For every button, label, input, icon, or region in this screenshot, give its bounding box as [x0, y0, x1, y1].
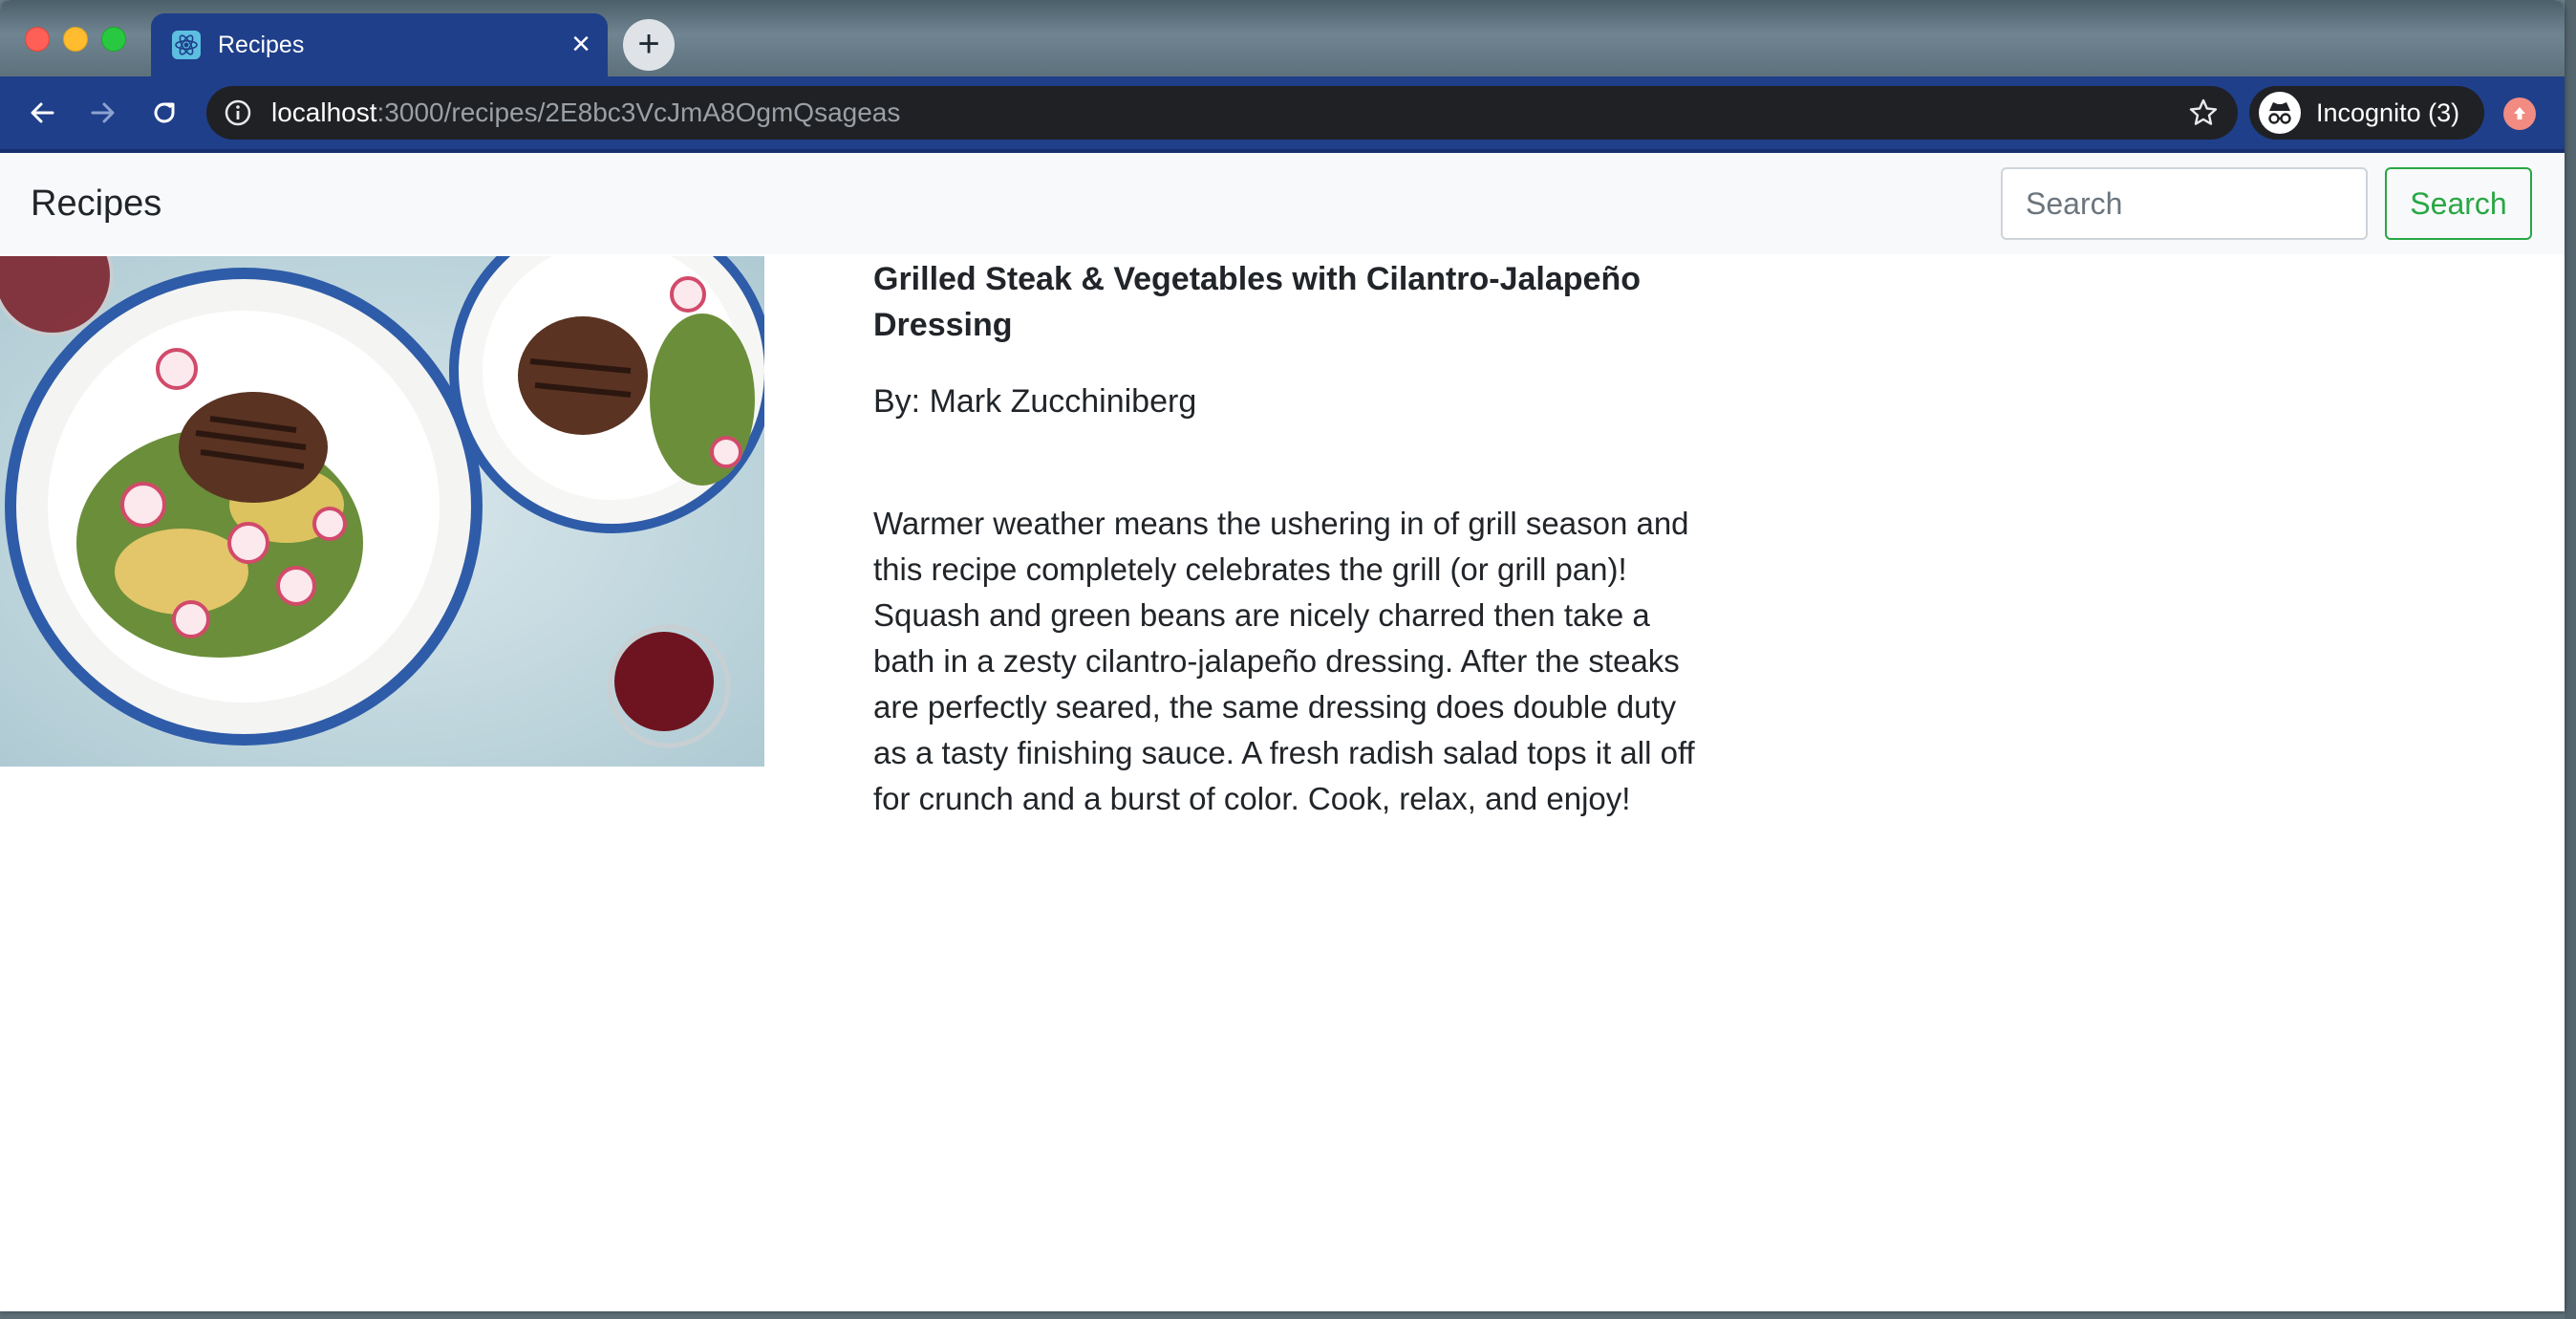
close-window-button[interactable]	[25, 27, 50, 52]
react-icon	[172, 31, 201, 59]
minimize-window-button[interactable]	[63, 27, 88, 52]
maximize-window-button[interactable]	[101, 27, 126, 52]
arrow-left-icon	[31, 102, 54, 123]
star-icon[interactable]	[2188, 97, 2219, 128]
forward-button[interactable]	[80, 90, 126, 136]
tab-title: Recipes	[218, 32, 305, 58]
recipe-description: Warmer weather means the ushering in of …	[873, 506, 1695, 816]
url-path: :3000/recipes/2E8bc3VcJmA8OgmQsageas	[376, 97, 901, 127]
extension-icon[interactable]	[2503, 97, 2536, 130]
search-input[interactable]	[2001, 167, 2368, 240]
recipe-image	[0, 256, 764, 767]
url-text: localhost:3000/recipes/2E8bc3VcJmA8OgmQs…	[271, 98, 900, 127]
search-button[interactable]: Search	[2385, 167, 2532, 240]
reload-button[interactable]	[141, 90, 187, 136]
tab-strip: Recipes × +	[0, 0, 2565, 76]
close-tab-icon[interactable]: ×	[562, 25, 600, 63]
incognito-icon	[2259, 92, 2301, 134]
browser-window: Recipes × + localhost:3000/recipes/2E8bc…	[0, 0, 2565, 1311]
recipe-author: By: Mark Zucchiniberg	[873, 383, 1197, 420]
navbar-brand[interactable]: Recipes	[31, 180, 161, 227]
browser-toolbar: localhost:3000/recipes/2E8bc3VcJmA8OgmQs…	[0, 76, 2565, 153]
address-bar[interactable]: localhost:3000/recipes/2E8bc3VcJmA8OgmQs…	[206, 86, 2238, 140]
recipe-title: Grilled Steak & Vegetables with Cilantro…	[873, 261, 1642, 343]
incognito-label: Incognito (3)	[2316, 98, 2460, 127]
page-viewport: Recipes Search Search Grilled Steak & Ve…	[0, 153, 2565, 1311]
arrow-right-icon	[91, 102, 115, 123]
tab-recipes[interactable]: Recipes ×	[151, 13, 608, 76]
navbar: Recipes Search	[0, 153, 2565, 254]
info-icon[interactable]	[224, 98, 252, 127]
back-button[interactable]	[19, 90, 65, 136]
reload-icon	[154, 102, 175, 123]
desktop-background	[2565, 0, 2576, 1319]
incognito-profile-button[interactable]: Incognito (3)	[2249, 86, 2484, 140]
new-tab-button[interactable]: +	[623, 19, 675, 71]
url-host: localhost	[271, 97, 377, 127]
